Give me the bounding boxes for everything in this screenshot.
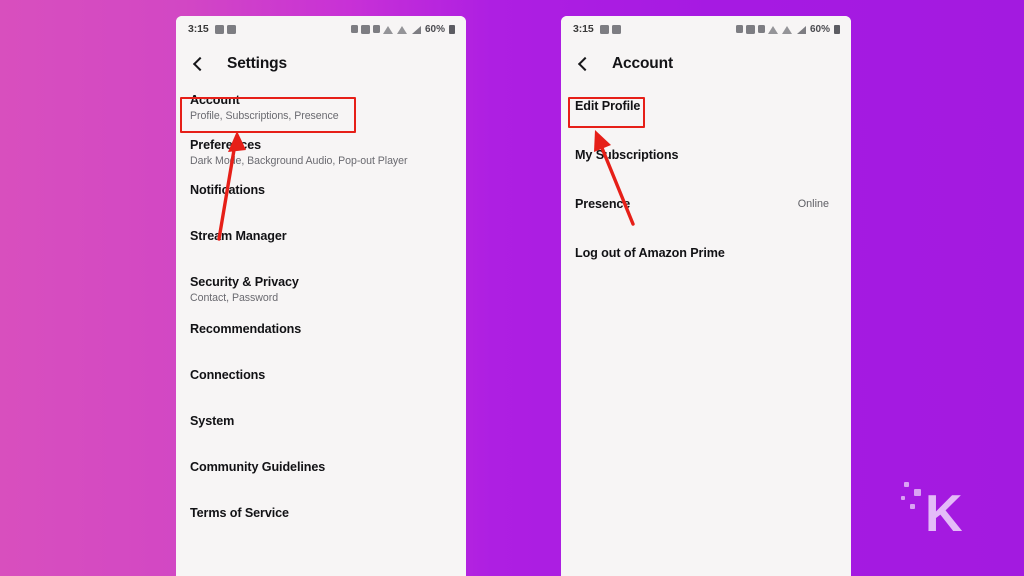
screenshot-stage: 3:15 60% Settings Account Profile, Subsc…	[0, 0, 1024, 576]
settings-row-title: System	[190, 414, 235, 428]
settings-row-title: Recommendations	[190, 322, 302, 336]
account-row-title: Presence	[575, 197, 631, 211]
status-bar-left: 3:15 60%	[176, 16, 466, 42]
settings-row-title: Account	[190, 93, 240, 107]
settings-row-title: Terms of Service	[190, 506, 289, 520]
settings-row-subtitle: Profile, Subscriptions, Presence	[190, 110, 339, 122]
battery-icon	[834, 24, 840, 34]
status-bar-left-group: 3:15	[573, 23, 621, 35]
alarm-icon	[350, 25, 358, 33]
presence-status-value: Online	[797, 198, 829, 210]
settings-row-account[interactable]: Account Profile, Subscriptions, Presence	[176, 92, 466, 123]
settings-row-subtitle: Dark Mode, Background Audio, Pop-out Pla…	[190, 155, 408, 167]
annotation-arrows	[217, 130, 635, 241]
signal-icon	[411, 25, 421, 34]
mute-icon	[757, 25, 765, 33]
app-bar-right: Account	[561, 42, 851, 86]
settings-row-subtitle: Contact, Password	[190, 292, 279, 304]
settings-row-preferences[interactable]: Preferences Dark Mode, Background Audio,…	[176, 137, 466, 168]
settings-row-community-guidelines[interactable]: Community Guidelines	[176, 459, 466, 475]
account-row-title: Edit Profile	[575, 99, 641, 113]
mute-icon	[372, 25, 380, 33]
settings-row-connections[interactable]: Connections	[176, 367, 466, 383]
watermark-dots-icon	[901, 482, 921, 509]
phone-screenshot-account: 3:15 60% Account Edit Profile My Subscri…	[561, 16, 851, 576]
settings-row-security-privacy[interactable]: Security & Privacy Contact, Password	[176, 274, 466, 305]
watermark-logo: K	[901, 482, 963, 538]
status-bar-clock: 3:15	[188, 23, 209, 35]
battery-percent-label: 60%	[424, 23, 445, 35]
app-badge-icon	[214, 24, 224, 34]
battery-percent-label: 60%	[809, 23, 830, 35]
phone-screenshot-settings: 3:15 60% Settings Account Profile, Subsc…	[176, 16, 466, 576]
account-row-title: Log out of Amazon Prime	[575, 246, 725, 260]
settings-row-title: Preferences	[190, 138, 262, 152]
settings-row-title: Community Guidelines	[190, 460, 326, 474]
wifi-icon	[382, 25, 394, 34]
settings-row-terms-of-service[interactable]: Terms of Service	[176, 505, 466, 521]
account-row-my-subscriptions[interactable]: My Subscriptions	[561, 147, 851, 163]
back-chevron-icon[interactable]	[575, 55, 593, 73]
watermark-letter: K	[925, 485, 963, 538]
status-bar-left-group: 3:15	[188, 23, 236, 35]
settings-row-title: Stream Manager	[190, 229, 287, 243]
settings-row-stream-manager[interactable]: Stream Manager	[176, 228, 466, 244]
alarm-icon	[735, 25, 743, 33]
account-list: Edit Profile My Subscriptions Presence O…	[561, 86, 851, 261]
account-row-edit-profile[interactable]: Edit Profile	[561, 98, 851, 114]
settings-row-title: Notifications	[190, 183, 265, 197]
settings-row-notifications[interactable]: Notifications	[176, 182, 466, 198]
screenshot-icon	[611, 24, 621, 34]
signal-icon	[796, 25, 806, 34]
screenshot-icon	[226, 24, 236, 34]
wifi-icon	[767, 25, 779, 34]
page-title: Settings	[227, 55, 287, 72]
account-row-presence[interactable]: Presence Online	[561, 196, 851, 212]
account-row-title: My Subscriptions	[575, 148, 679, 162]
status-bar-clock: 3:15	[573, 23, 594, 35]
camera-icon	[360, 24, 370, 34]
signal-weak-icon	[396, 25, 408, 34]
settings-row-title: Connections	[190, 368, 266, 382]
status-bar-right: 3:15 60%	[561, 16, 851, 42]
back-chevron-icon[interactable]	[190, 55, 208, 73]
account-row-log-out[interactable]: Log out of Amazon Prime	[561, 245, 851, 261]
signal-weak-icon	[781, 25, 793, 34]
page-title: Account	[612, 55, 673, 72]
status-bar-right-group: 60%	[350, 23, 455, 35]
status-bar-right-group: 60%	[735, 23, 840, 35]
camera-icon	[745, 24, 755, 34]
app-bar-left: Settings	[176, 42, 466, 86]
settings-list: Account Profile, Subscriptions, Presence…	[176, 86, 466, 521]
settings-row-system[interactable]: System	[176, 413, 466, 429]
battery-icon	[449, 24, 455, 34]
settings-row-recommendations[interactable]: Recommendations	[176, 321, 466, 337]
app-badge-icon	[599, 24, 609, 34]
settings-row-title: Security & Privacy	[190, 275, 299, 289]
